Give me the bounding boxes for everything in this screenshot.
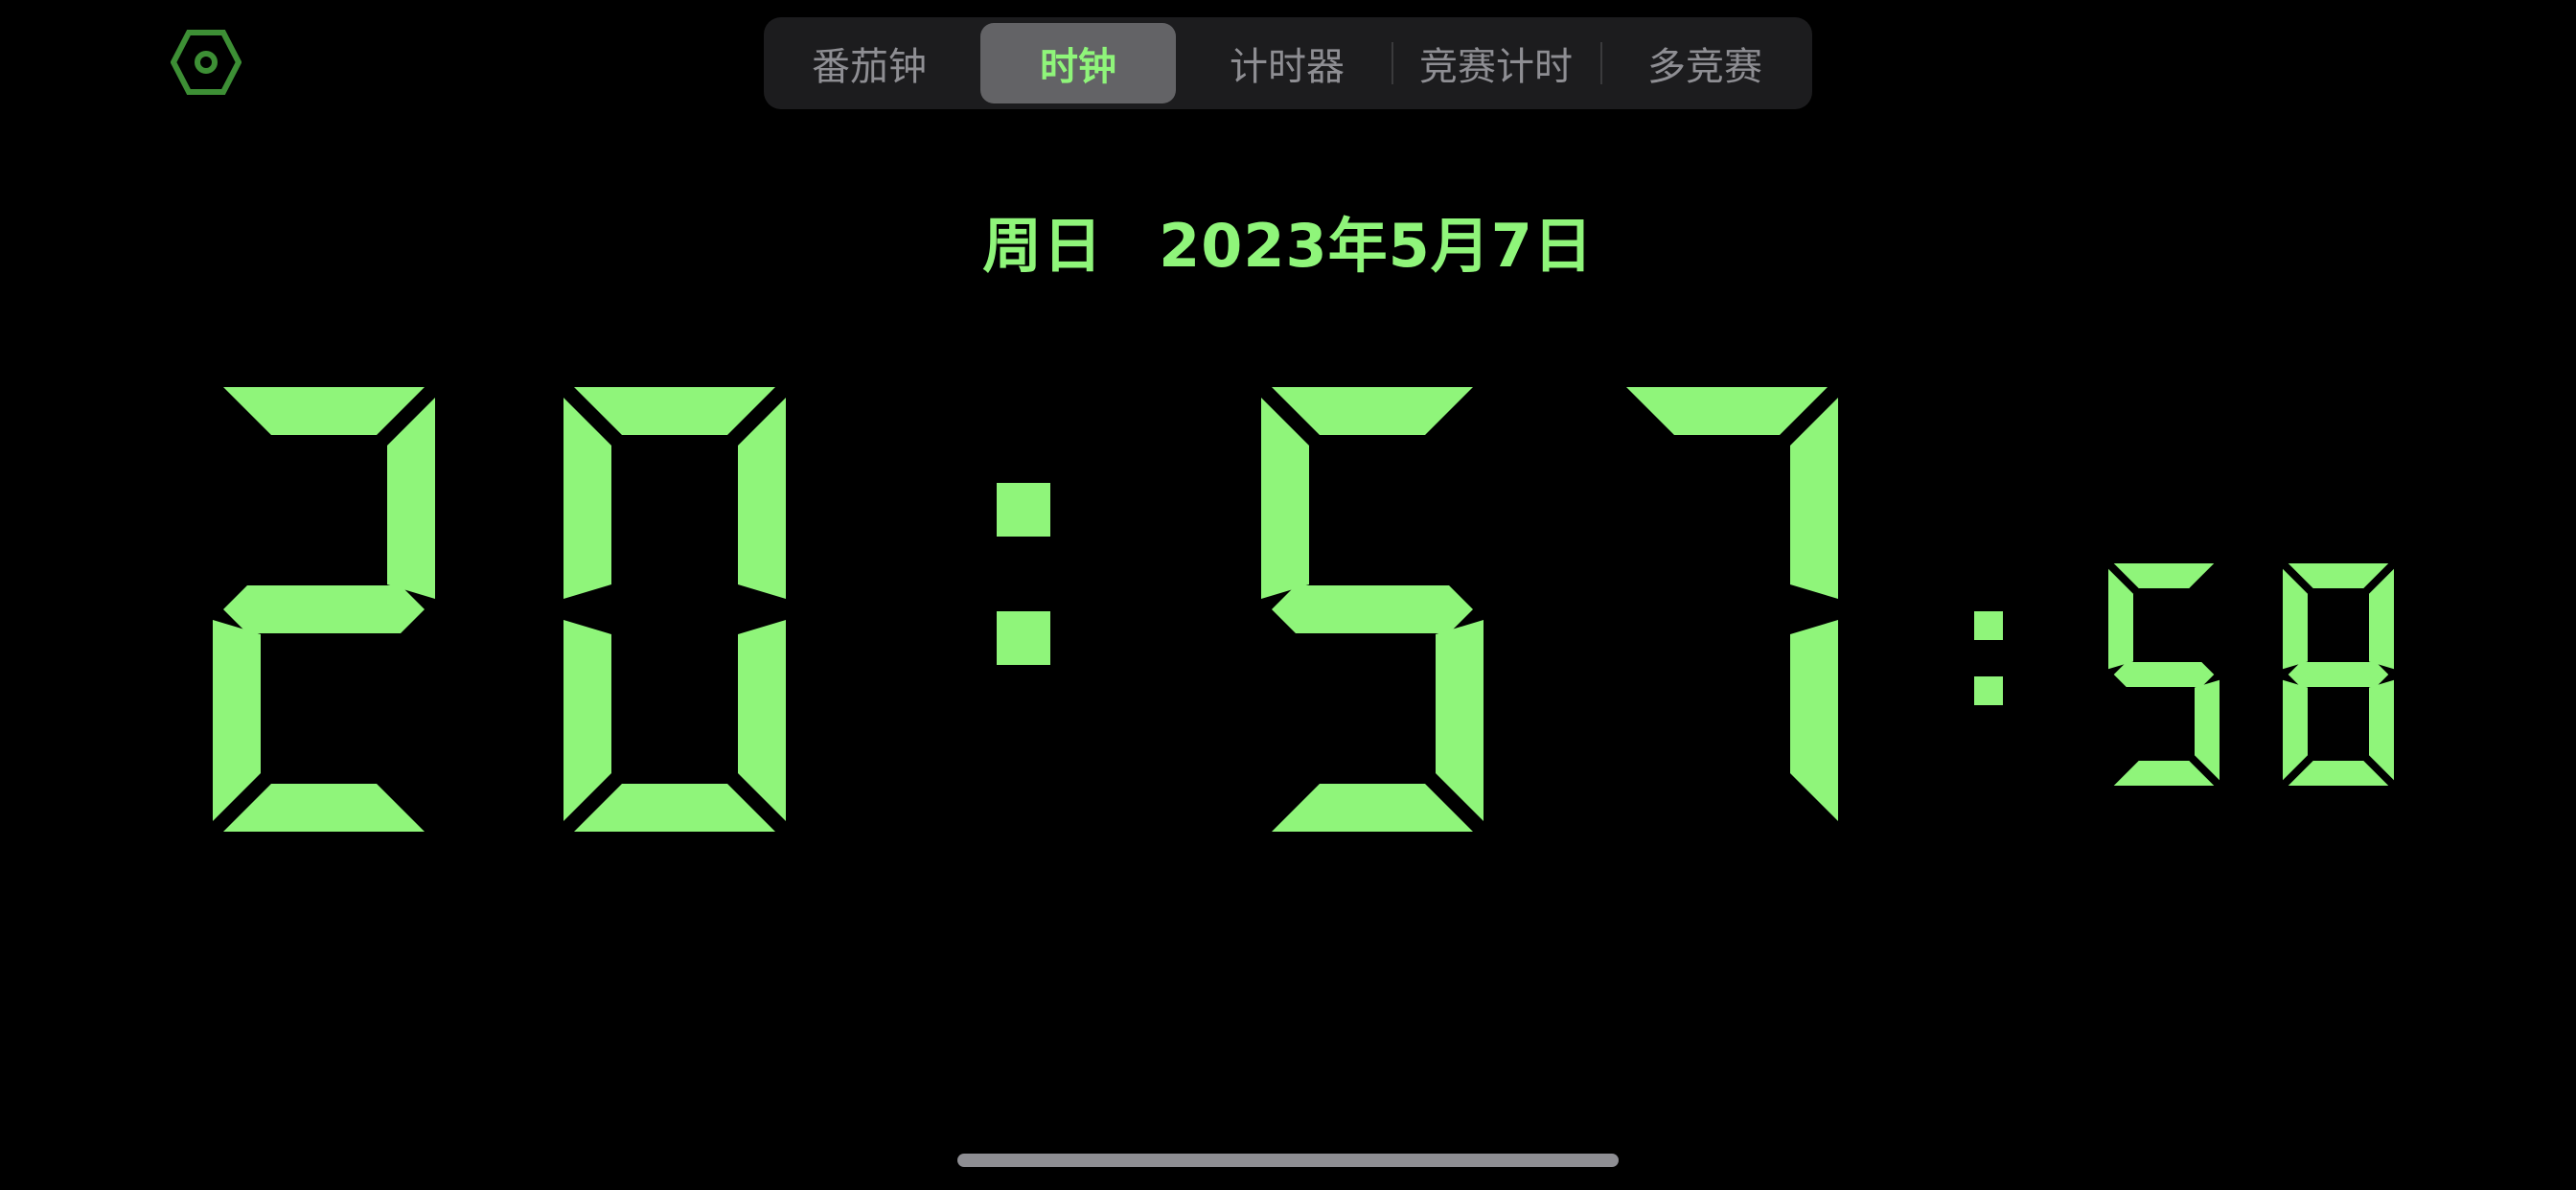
segment-b xyxy=(1790,398,1838,599)
segment-e xyxy=(2283,679,2308,781)
segment-b xyxy=(387,398,435,599)
tab-race-timer[interactable]: 竞赛计时 xyxy=(1398,23,1594,103)
segment-f xyxy=(2108,568,2133,670)
tab-divider xyxy=(1600,42,1602,84)
minute-tens-digit xyxy=(1261,387,1484,832)
segment-d xyxy=(1272,784,1473,832)
tab-multi-race[interactable]: 多竞赛 xyxy=(1607,23,1803,103)
segment-f xyxy=(2283,568,2308,670)
segment-c xyxy=(2195,679,2220,781)
segment-c xyxy=(1436,620,1484,821)
second-tens-digit xyxy=(2108,563,2220,786)
clock-screen: 番茄钟 时钟 计时器 竞赛计时 多竞赛 周日 2023年5月7日 xyxy=(0,0,2576,1190)
segment-e xyxy=(213,620,261,821)
weekday-label: 周日 xyxy=(982,211,1104,281)
colon-dot xyxy=(997,611,1050,665)
segment-b xyxy=(2369,568,2394,670)
segment-g xyxy=(2288,662,2389,687)
date-label: 2023年5月7日 xyxy=(1159,211,1594,281)
hexagon-settings-icon xyxy=(171,30,242,95)
segment-b xyxy=(738,398,786,599)
second-ones-digit xyxy=(2283,563,2394,786)
segment-f xyxy=(564,398,611,599)
segment-c xyxy=(2369,679,2394,781)
segment-d xyxy=(574,784,775,832)
segment-g xyxy=(223,585,425,633)
tab-label: 计时器 xyxy=(1230,45,1345,89)
segment-d xyxy=(223,784,425,832)
hour-ones-digit xyxy=(564,387,786,832)
segment-c xyxy=(1790,620,1838,821)
hour-minute-colon xyxy=(997,483,1050,665)
segment-e xyxy=(564,620,611,821)
tab-timer[interactable]: 计时器 xyxy=(1189,23,1385,103)
tab-pomodoro[interactable]: 番茄钟 xyxy=(771,23,967,103)
mode-tab-bar: 番茄钟 时钟 计时器 竞赛计时 多竞赛 xyxy=(764,17,1812,109)
colon-dot xyxy=(1974,611,2003,640)
colon-dot xyxy=(997,483,1050,537)
segment-g xyxy=(2113,662,2215,687)
tab-divider xyxy=(1392,42,1393,84)
tab-label: 时钟 xyxy=(1040,45,1116,89)
home-indicator[interactable] xyxy=(957,1154,1619,1167)
seven-segment-time-display xyxy=(213,387,2394,832)
segment-f xyxy=(1261,398,1309,599)
segment-a xyxy=(1272,387,1473,435)
hour-tens-digit xyxy=(213,387,435,832)
tab-label: 番茄钟 xyxy=(812,45,927,89)
minute-second-colon xyxy=(1974,611,2003,705)
segment-a xyxy=(574,387,775,435)
settings-button[interactable] xyxy=(171,29,242,96)
segment-d xyxy=(2288,761,2389,786)
colon-dot xyxy=(1974,676,2003,705)
segment-a xyxy=(2288,563,2389,588)
tab-label: 竞赛计时 xyxy=(1419,45,1573,89)
segment-c xyxy=(738,620,786,821)
segment-a xyxy=(223,387,425,435)
date-display: 周日 2023年5月7日 xyxy=(0,197,2576,284)
tab-clock[interactable]: 时钟 xyxy=(980,23,1176,103)
segment-a xyxy=(1626,387,1828,435)
segment-g xyxy=(1272,585,1473,633)
segment-d xyxy=(2113,761,2215,786)
tab-label: 多竞赛 xyxy=(1647,45,1762,89)
segment-a xyxy=(2113,563,2215,588)
minute-ones-digit xyxy=(1626,387,1838,821)
